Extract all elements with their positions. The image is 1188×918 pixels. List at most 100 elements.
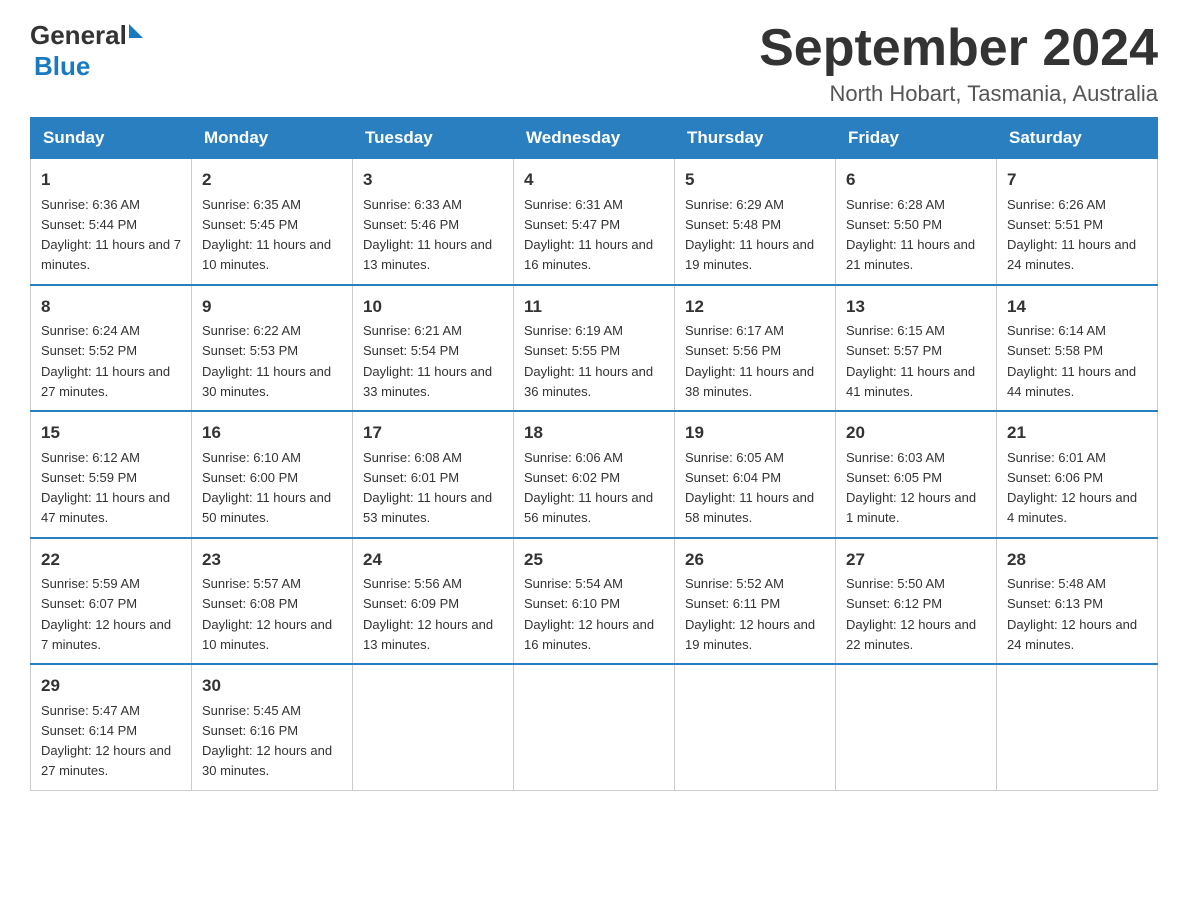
day-info: Sunrise: 6:03 AMSunset: 6:05 PMDaylight:…: [846, 450, 976, 526]
calendar-cell: 20 Sunrise: 6:03 AMSunset: 6:05 PMDaylig…: [836, 411, 997, 538]
day-number: 19: [685, 420, 825, 446]
header: General Blue September 2024 North Hobart…: [30, 20, 1158, 107]
day-number: 25: [524, 547, 664, 573]
weekday-header-tuesday: Tuesday: [353, 118, 514, 159]
calendar-cell: 24 Sunrise: 5:56 AMSunset: 6:09 PMDaylig…: [353, 538, 514, 665]
day-info: Sunrise: 5:52 AMSunset: 6:11 PMDaylight:…: [685, 576, 815, 652]
day-number: 5: [685, 167, 825, 193]
calendar-week-row: 22 Sunrise: 5:59 AMSunset: 6:07 PMDaylig…: [31, 538, 1158, 665]
day-info: Sunrise: 5:48 AMSunset: 6:13 PMDaylight:…: [1007, 576, 1137, 652]
day-info: Sunrise: 6:06 AMSunset: 6:02 PMDaylight:…: [524, 450, 653, 526]
day-number: 14: [1007, 294, 1147, 320]
day-info: Sunrise: 6:33 AMSunset: 5:46 PMDaylight:…: [363, 197, 492, 273]
calendar-cell: 3 Sunrise: 6:33 AMSunset: 5:46 PMDayligh…: [353, 159, 514, 285]
calendar-cell: 23 Sunrise: 5:57 AMSunset: 6:08 PMDaylig…: [192, 538, 353, 665]
calendar-cell: 25 Sunrise: 5:54 AMSunset: 6:10 PMDaylig…: [514, 538, 675, 665]
day-info: Sunrise: 6:14 AMSunset: 5:58 PMDaylight:…: [1007, 323, 1136, 399]
day-number: 4: [524, 167, 664, 193]
calendar-cell: 11 Sunrise: 6:19 AMSunset: 5:55 PMDaylig…: [514, 285, 675, 412]
title-area: September 2024 North Hobart, Tasmania, A…: [759, 20, 1158, 107]
calendar-cell: [997, 664, 1158, 790]
day-info: Sunrise: 6:29 AMSunset: 5:48 PMDaylight:…: [685, 197, 814, 273]
day-number: 30: [202, 673, 342, 699]
calendar-cell: 4 Sunrise: 6:31 AMSunset: 5:47 PMDayligh…: [514, 159, 675, 285]
day-info: Sunrise: 6:01 AMSunset: 6:06 PMDaylight:…: [1007, 450, 1137, 526]
day-info: Sunrise: 6:28 AMSunset: 5:50 PMDaylight:…: [846, 197, 975, 273]
day-number: 3: [363, 167, 503, 193]
day-number: 6: [846, 167, 986, 193]
location-subtitle: North Hobart, Tasmania, Australia: [759, 81, 1158, 107]
day-info: Sunrise: 5:54 AMSunset: 6:10 PMDaylight:…: [524, 576, 654, 652]
calendar-week-row: 29 Sunrise: 5:47 AMSunset: 6:14 PMDaylig…: [31, 664, 1158, 790]
day-info: Sunrise: 5:45 AMSunset: 6:16 PMDaylight:…: [202, 703, 332, 779]
day-number: 13: [846, 294, 986, 320]
day-number: 12: [685, 294, 825, 320]
day-number: 11: [524, 294, 664, 320]
weekday-header-row: SundayMondayTuesdayWednesdayThursdayFrid…: [31, 118, 1158, 159]
calendar-cell: 10 Sunrise: 6:21 AMSunset: 5:54 PMDaylig…: [353, 285, 514, 412]
day-info: Sunrise: 5:59 AMSunset: 6:07 PMDaylight:…: [41, 576, 171, 652]
weekday-header-friday: Friday: [836, 118, 997, 159]
logo-general-text: General: [30, 20, 127, 51]
logo: General Blue: [30, 20, 143, 82]
calendar-cell: 14 Sunrise: 6:14 AMSunset: 5:58 PMDaylig…: [997, 285, 1158, 412]
calendar-cell: 16 Sunrise: 6:10 AMSunset: 6:00 PMDaylig…: [192, 411, 353, 538]
weekday-header-monday: Monday: [192, 118, 353, 159]
day-info: Sunrise: 5:50 AMSunset: 6:12 PMDaylight:…: [846, 576, 976, 652]
day-number: 27: [846, 547, 986, 573]
day-number: 22: [41, 547, 181, 573]
calendar-cell: [353, 664, 514, 790]
calendar-cell: [836, 664, 997, 790]
day-info: Sunrise: 6:24 AMSunset: 5:52 PMDaylight:…: [41, 323, 170, 399]
day-number: 29: [41, 673, 181, 699]
day-number: 24: [363, 547, 503, 573]
calendar-week-row: 8 Sunrise: 6:24 AMSunset: 5:52 PMDayligh…: [31, 285, 1158, 412]
calendar-cell: 30 Sunrise: 5:45 AMSunset: 6:16 PMDaylig…: [192, 664, 353, 790]
calendar-cell: 18 Sunrise: 6:06 AMSunset: 6:02 PMDaylig…: [514, 411, 675, 538]
calendar-week-row: 1 Sunrise: 6:36 AMSunset: 5:44 PMDayligh…: [31, 159, 1158, 285]
calendar-cell: 27 Sunrise: 5:50 AMSunset: 6:12 PMDaylig…: [836, 538, 997, 665]
day-info: Sunrise: 5:47 AMSunset: 6:14 PMDaylight:…: [41, 703, 171, 779]
day-number: 8: [41, 294, 181, 320]
calendar-cell: 8 Sunrise: 6:24 AMSunset: 5:52 PMDayligh…: [31, 285, 192, 412]
day-number: 9: [202, 294, 342, 320]
logo-arrow-icon: [129, 24, 143, 38]
day-number: 10: [363, 294, 503, 320]
day-info: Sunrise: 6:19 AMSunset: 5:55 PMDaylight:…: [524, 323, 653, 399]
calendar-cell: 13 Sunrise: 6:15 AMSunset: 5:57 PMDaylig…: [836, 285, 997, 412]
day-number: 23: [202, 547, 342, 573]
calendar-cell: 5 Sunrise: 6:29 AMSunset: 5:48 PMDayligh…: [675, 159, 836, 285]
day-info: Sunrise: 5:56 AMSunset: 6:09 PMDaylight:…: [363, 576, 493, 652]
day-info: Sunrise: 6:26 AMSunset: 5:51 PMDaylight:…: [1007, 197, 1136, 273]
day-info: Sunrise: 6:36 AMSunset: 5:44 PMDaylight:…: [41, 197, 181, 273]
weekday-header-sunday: Sunday: [31, 118, 192, 159]
calendar-cell: 9 Sunrise: 6:22 AMSunset: 5:53 PMDayligh…: [192, 285, 353, 412]
calendar-cell: 17 Sunrise: 6:08 AMSunset: 6:01 PMDaylig…: [353, 411, 514, 538]
day-number: 7: [1007, 167, 1147, 193]
day-info: Sunrise: 6:17 AMSunset: 5:56 PMDaylight:…: [685, 323, 814, 399]
logo-blue-text: Blue: [34, 51, 90, 82]
calendar-cell: 1 Sunrise: 6:36 AMSunset: 5:44 PMDayligh…: [31, 159, 192, 285]
weekday-header-saturday: Saturday: [997, 118, 1158, 159]
calendar-cell: 2 Sunrise: 6:35 AMSunset: 5:45 PMDayligh…: [192, 159, 353, 285]
day-number: 17: [363, 420, 503, 446]
day-number: 18: [524, 420, 664, 446]
page-title: September 2024: [759, 20, 1158, 77]
day-number: 15: [41, 420, 181, 446]
day-info: Sunrise: 6:21 AMSunset: 5:54 PMDaylight:…: [363, 323, 492, 399]
day-info: Sunrise: 5:57 AMSunset: 6:08 PMDaylight:…: [202, 576, 332, 652]
calendar-cell: 26 Sunrise: 5:52 AMSunset: 6:11 PMDaylig…: [675, 538, 836, 665]
calendar-cell: 6 Sunrise: 6:28 AMSunset: 5:50 PMDayligh…: [836, 159, 997, 285]
weekday-header-thursday: Thursday: [675, 118, 836, 159]
day-info: Sunrise: 6:31 AMSunset: 5:47 PMDaylight:…: [524, 197, 653, 273]
day-info: Sunrise: 6:08 AMSunset: 6:01 PMDaylight:…: [363, 450, 492, 526]
day-info: Sunrise: 6:22 AMSunset: 5:53 PMDaylight:…: [202, 323, 331, 399]
weekday-header-wednesday: Wednesday: [514, 118, 675, 159]
calendar-table: SundayMondayTuesdayWednesdayThursdayFrid…: [30, 117, 1158, 791]
day-number: 21: [1007, 420, 1147, 446]
calendar-week-row: 15 Sunrise: 6:12 AMSunset: 5:59 PMDaylig…: [31, 411, 1158, 538]
day-number: 20: [846, 420, 986, 446]
day-info: Sunrise: 6:05 AMSunset: 6:04 PMDaylight:…: [685, 450, 814, 526]
day-info: Sunrise: 6:35 AMSunset: 5:45 PMDaylight:…: [202, 197, 331, 273]
calendar-cell: 12 Sunrise: 6:17 AMSunset: 5:56 PMDaylig…: [675, 285, 836, 412]
